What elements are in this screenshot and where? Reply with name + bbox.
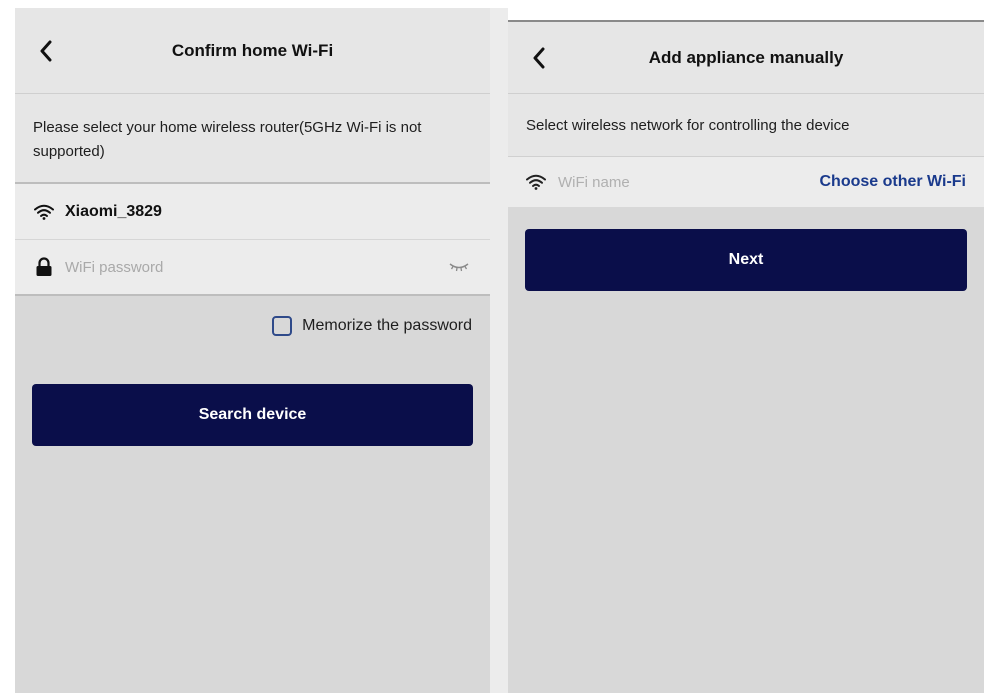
eye-closed-icon[interactable]	[446, 257, 472, 277]
next-button[interactable]: Next	[525, 229, 967, 291]
wifi-icon	[33, 201, 55, 223]
back-button[interactable]	[524, 43, 554, 73]
instruction-text: Select wireless network for controlling …	[508, 94, 984, 157]
wifi-icon	[526, 174, 548, 190]
choose-other-wifi-link[interactable]: Choose other Wi-Fi	[819, 173, 966, 191]
back-button[interactable]	[31, 36, 61, 66]
add-appliance-screen: Add appliance manually Select wireless n…	[508, 20, 984, 693]
page-title: Add appliance manually	[648, 47, 844, 67]
header: Add appliance manually	[508, 22, 984, 94]
instruction-text: Please select your home wireless router(…	[15, 94, 490, 184]
wifi-form: Xiaomi_3829	[15, 184, 490, 294]
wifi-name-row: Choose other Wi-Fi	[508, 157, 984, 207]
network-row[interactable]: Xiaomi_3829	[15, 184, 490, 239]
page-title: Confirm home Wi-Fi	[171, 40, 334, 60]
screen-divider	[490, 8, 508, 693]
confirm-wifi-screen: Confirm home Wi-Fi Please select your ho…	[15, 8, 490, 693]
chevron-left-icon	[40, 40, 52, 61]
password-row	[15, 239, 490, 294]
lock-icon	[33, 256, 55, 278]
network-ssid: Xiaomi_3829	[65, 202, 162, 220]
memorize-password-option: Memorize the password	[15, 294, 490, 356]
memorize-checkbox[interactable]	[272, 316, 293, 336]
header: Confirm home Wi-Fi	[15, 8, 490, 94]
search-device-button[interactable]: Search device	[32, 384, 473, 446]
password-input[interactable]	[65, 258, 446, 276]
chevron-left-icon	[533, 47, 545, 68]
memorize-label: Memorize the password	[302, 317, 472, 334]
wifi-name-input[interactable]	[558, 173, 820, 191]
